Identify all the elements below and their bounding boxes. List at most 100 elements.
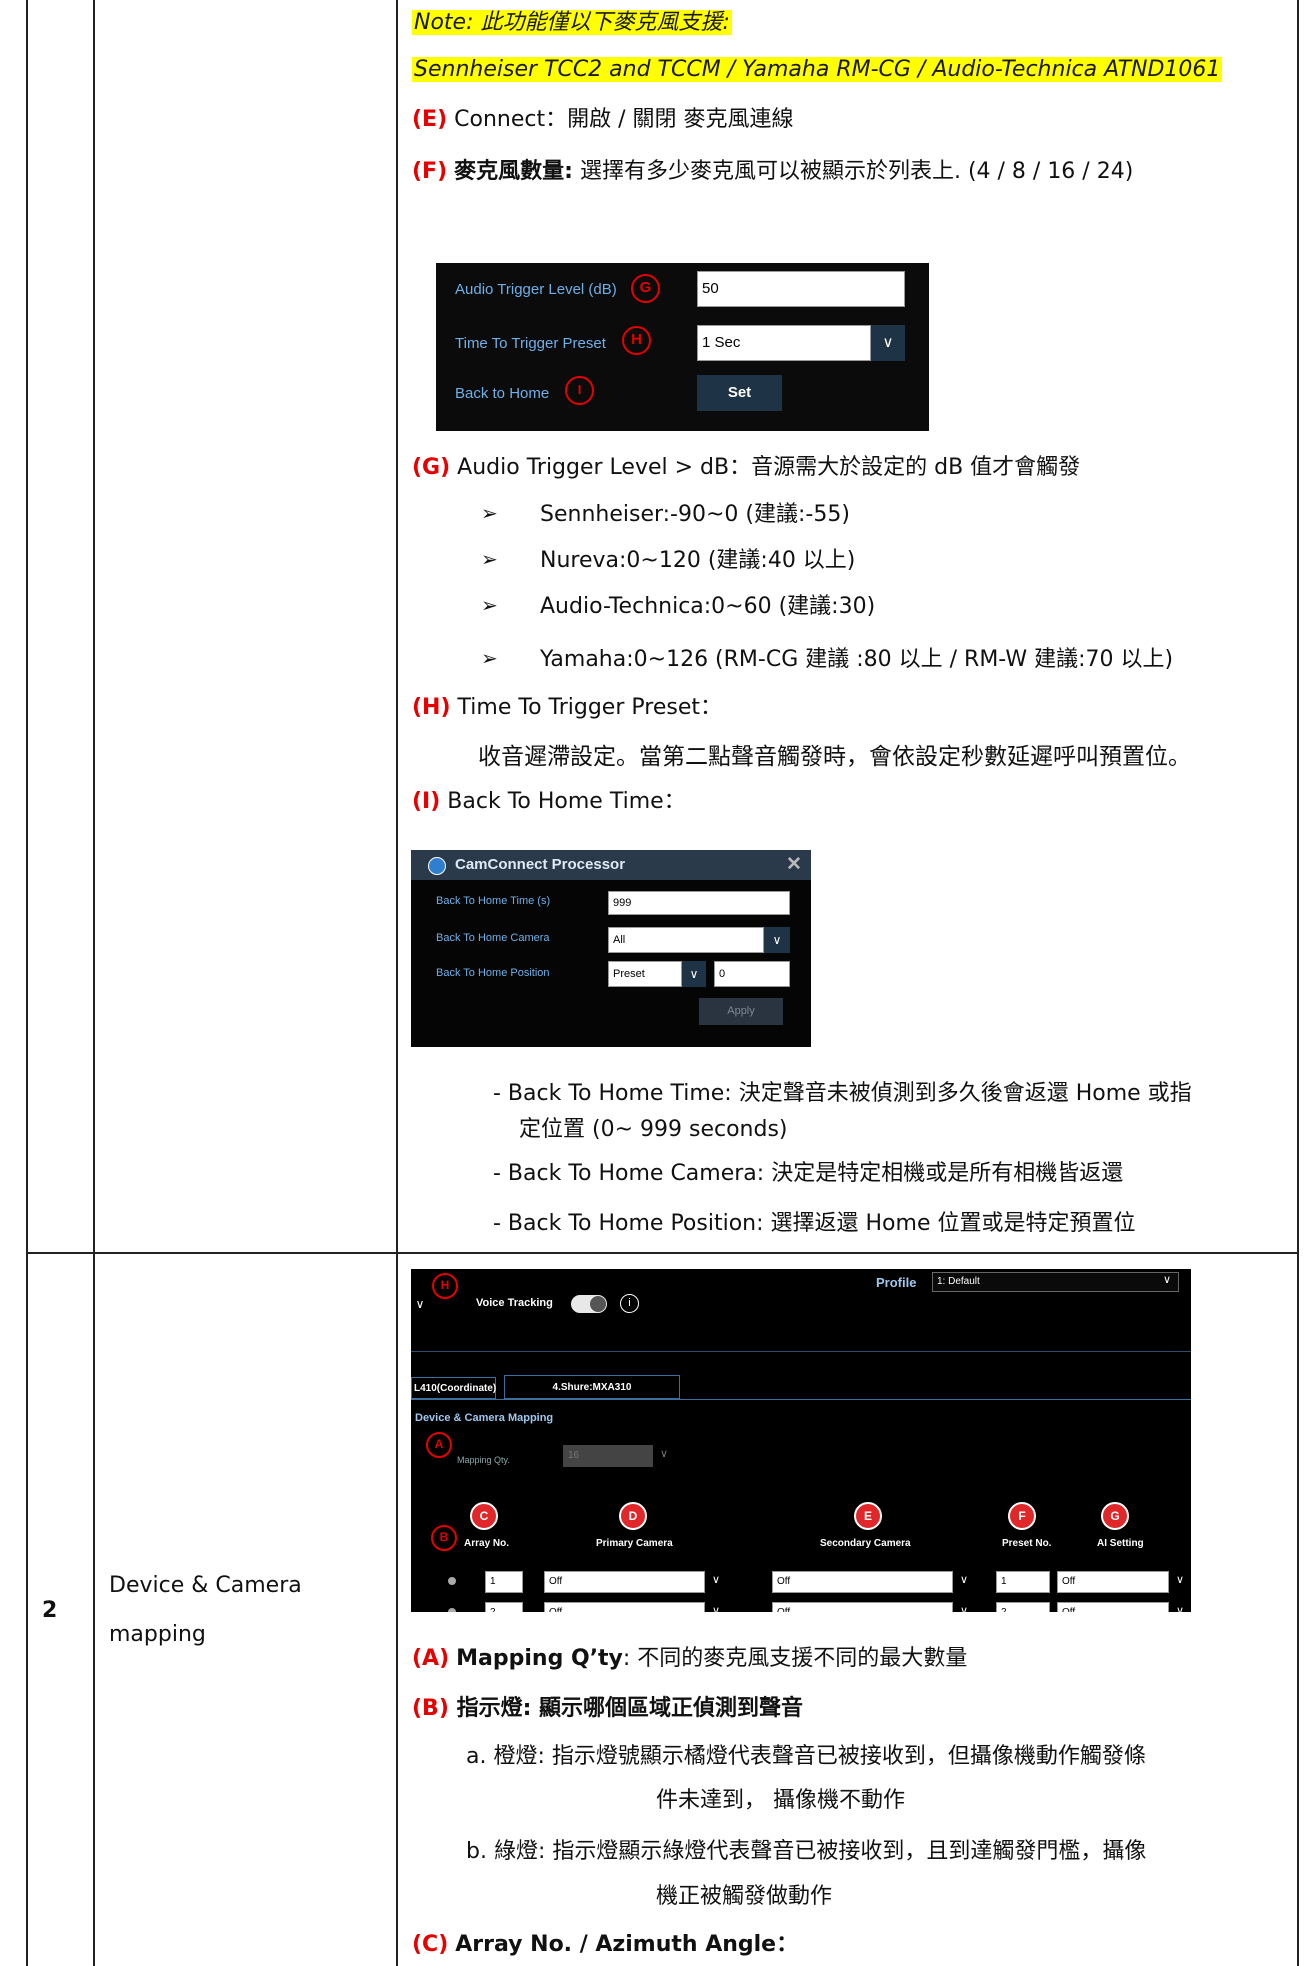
badge-h: H xyxy=(432,1273,458,1299)
row-title-2: mapping xyxy=(109,1622,206,1647)
item-c: (C) Array No. / Azimuth Angle： xyxy=(412,1932,799,1957)
camconnect-logo-icon xyxy=(428,857,446,875)
indicator-dot xyxy=(448,1608,456,1612)
item-e: (E) Connect：開啟 / 關閉 麥克風連線 xyxy=(412,107,794,132)
preset-no-input[interactable]: 2 xyxy=(996,1602,1050,1612)
row-number: 2 xyxy=(42,1598,58,1623)
item-i: (I) Back To Home Time： xyxy=(412,789,686,814)
chevron-down-icon[interactable]: ∨ xyxy=(705,1573,727,1586)
audio-trigger-panel: Audio Trigger Level (dB) G 50 Time To Tr… xyxy=(436,263,929,431)
close-icon[interactable]: ✕ xyxy=(786,853,802,876)
camconnect-dialog: CamConnect Processor ✕ Back To Home Time… xyxy=(411,850,811,1047)
bullet-icon: ➢ xyxy=(481,501,498,525)
bth-position-number[interactable]: 0 xyxy=(714,961,790,987)
item-h: (H) Time To Trigger Preset： xyxy=(412,695,722,720)
item-g: (G) Audio Trigger Level > dB：音源需大於設定的 dB… xyxy=(412,455,1081,480)
indicator-dot xyxy=(448,1577,456,1585)
bth-time-desc-2: 定位置 (0~ 999 seconds) xyxy=(519,1117,788,1142)
chevron-down-icon[interactable]: ∨ xyxy=(705,1604,727,1612)
table-row-divider xyxy=(26,1252,1299,1254)
ai-setting-select[interactable]: Off xyxy=(1057,1602,1169,1612)
secondary-camera-select[interactable]: Off xyxy=(772,1571,953,1593)
chevron-down-icon[interactable]: ∨ xyxy=(764,927,790,953)
ai-setting-select[interactable]: Off xyxy=(1057,1571,1169,1593)
bullet-icon: ➢ xyxy=(481,646,498,670)
info-icon[interactable]: i xyxy=(620,1294,639,1313)
bullet-icon: ➢ xyxy=(481,547,498,571)
chevron-down-icon[interactable]: ∨ xyxy=(682,961,706,987)
g-item-3: Audio-Technica:0~60 (建議:30) xyxy=(540,594,876,619)
bth-camera-label: Back To Home Camera xyxy=(436,932,550,944)
col-preset-no: Preset No. xyxy=(1002,1538,1052,1549)
col-secondary-camera: Secondary Camera xyxy=(820,1538,911,1549)
audio-trigger-level-label: Audio Trigger Level (dB) xyxy=(455,281,617,298)
bth-time-label: Back To Home Time (s) xyxy=(436,895,551,907)
tab-l410[interactable]: L410(Coordinate) xyxy=(411,1377,496,1399)
mapping-qty-select: 16 xyxy=(563,1445,653,1467)
voice-tracking-label: Voice Tracking xyxy=(476,1297,553,1309)
section-title: Device & Camera Mapping xyxy=(415,1412,554,1424)
col-primary-camera: Primary Camera xyxy=(596,1538,673,1549)
b-green-2: 機正被觸發做動作 xyxy=(656,1884,833,1909)
g-item-2: Nureva:0~120 (建議:40 以上) xyxy=(540,548,856,573)
badge-c: C xyxy=(470,1502,498,1530)
chevron-down-icon[interactable]: ∨ xyxy=(953,1604,975,1612)
bth-camera-select[interactable]: All xyxy=(608,927,764,953)
g-item-1: Sennheiser:-90~0 (建議:-55) xyxy=(540,502,850,527)
profile-select[interactable]: 1: Default xyxy=(932,1272,1179,1292)
table-border-col1 xyxy=(93,0,95,1966)
chevron-down-icon[interactable]: ∨ xyxy=(411,1297,429,1311)
badge-a: A xyxy=(426,1432,452,1458)
secondary-camera-select[interactable]: Off xyxy=(772,1602,953,1612)
set-button[interactable]: Set xyxy=(697,375,782,411)
dialog-title: CamConnect Processor xyxy=(455,856,626,873)
b-orange-2: 件未達到， 攝像機不動作 xyxy=(656,1788,905,1813)
item-a: (A) Mapping Q’ty: 不同的麥克風支援不同的最大數量 xyxy=(412,1646,968,1671)
chevron-down-icon: ∨ xyxy=(659,1448,669,1460)
bth-position-desc: - Back To Home Position: 選擇返還 Home 位置或是特… xyxy=(493,1211,1136,1236)
time-to-trigger-select[interactable]: 1 Sec xyxy=(697,325,871,361)
col-ai-setting: AI Setting xyxy=(1097,1538,1144,1549)
toggle-knob xyxy=(590,1296,606,1312)
array-no-input[interactable]: 1 xyxy=(485,1571,523,1593)
item-f: (F) 麥克風數量: 選擇有多少麥克風可以被顯示於列表上. (4 / 8 / 1… xyxy=(412,159,1134,184)
tab-underline xyxy=(411,1399,1191,1400)
bth-time-input[interactable]: 999 xyxy=(608,891,790,915)
chevron-down-icon[interactable]: ∨ xyxy=(1169,1604,1191,1612)
b-green-1: b. 綠燈: 指示燈顯示綠燈代表聲音已被接收到，且到達觸發門檻，攝像 xyxy=(466,1839,1147,1864)
primary-camera-select[interactable]: Off xyxy=(544,1602,705,1612)
badge-h: H xyxy=(622,326,651,355)
badge-g: G xyxy=(1101,1502,1129,1530)
bth-time-desc-1: - Back To Home Time: 決定聲音未被偵測到多久後會返還 Hom… xyxy=(493,1081,1192,1106)
g-item-4: Yamaha:0~126 (RM-CG 建議 :80 以上 / RM-W 建議:… xyxy=(540,647,1174,672)
preset-no-input[interactable]: 1 xyxy=(996,1571,1050,1593)
row-title-1: Device & Camera xyxy=(109,1573,302,1598)
audio-trigger-level-input[interactable]: 50 xyxy=(697,271,905,307)
badge-f: F xyxy=(1008,1502,1036,1530)
chevron-down-icon[interactable]: ∨ xyxy=(953,1573,975,1586)
badge-d: D xyxy=(619,1502,647,1530)
note-line-1: Note: 此功能僅以下麥克風支援: xyxy=(412,10,732,35)
primary-camera-select[interactable]: Off xyxy=(544,1571,705,1593)
table-border-right xyxy=(1297,0,1299,1966)
note-line-2: Sennheiser TCC2 and TCCM / Yamaha RM-CG … xyxy=(412,57,1223,82)
profile-label: Profile xyxy=(876,1275,917,1290)
mapping-qty-label: Mapping Qty. xyxy=(457,1455,510,1465)
voice-tracking-toggle[interactable] xyxy=(571,1295,607,1313)
bth-camera-desc: - Back To Home Camera: 決定是特定相機或是所有相機皆返還 xyxy=(493,1161,1124,1186)
table-border-left xyxy=(26,0,28,1966)
item-b: (B) 指示燈: 顯示哪個區域正偵測到聲音 xyxy=(412,1696,804,1721)
b-orange-1: a. 橙燈: 指示燈號顯示橘燈代表聲音已被接收到，但攝像機動作觸發條 xyxy=(466,1744,1146,1769)
badge-i: I xyxy=(565,376,594,405)
chevron-down-icon[interactable]: ∨ xyxy=(1169,1573,1191,1586)
time-to-trigger-preset-label: Time To Trigger Preset xyxy=(455,335,606,352)
chevron-down-icon[interactable]: ∨ xyxy=(871,325,905,361)
chevron-down-icon[interactable]: ∨ xyxy=(1157,1273,1177,1286)
item-h-desc: 收音遲滯設定。當第二點聲音觸發時，會依設定秒數延遲呼叫預置位。 xyxy=(478,744,1191,770)
tab-shure[interactable]: 4.Shure:MXA310 xyxy=(504,1375,680,1399)
apply-button[interactable]: Apply xyxy=(699,998,783,1025)
col-array-no: Array No. xyxy=(464,1538,510,1549)
array-no-input[interactable]: 2 xyxy=(485,1602,523,1612)
back-to-home-label: Back to Home xyxy=(455,385,550,402)
bth-position-select[interactable]: Preset xyxy=(608,961,682,987)
